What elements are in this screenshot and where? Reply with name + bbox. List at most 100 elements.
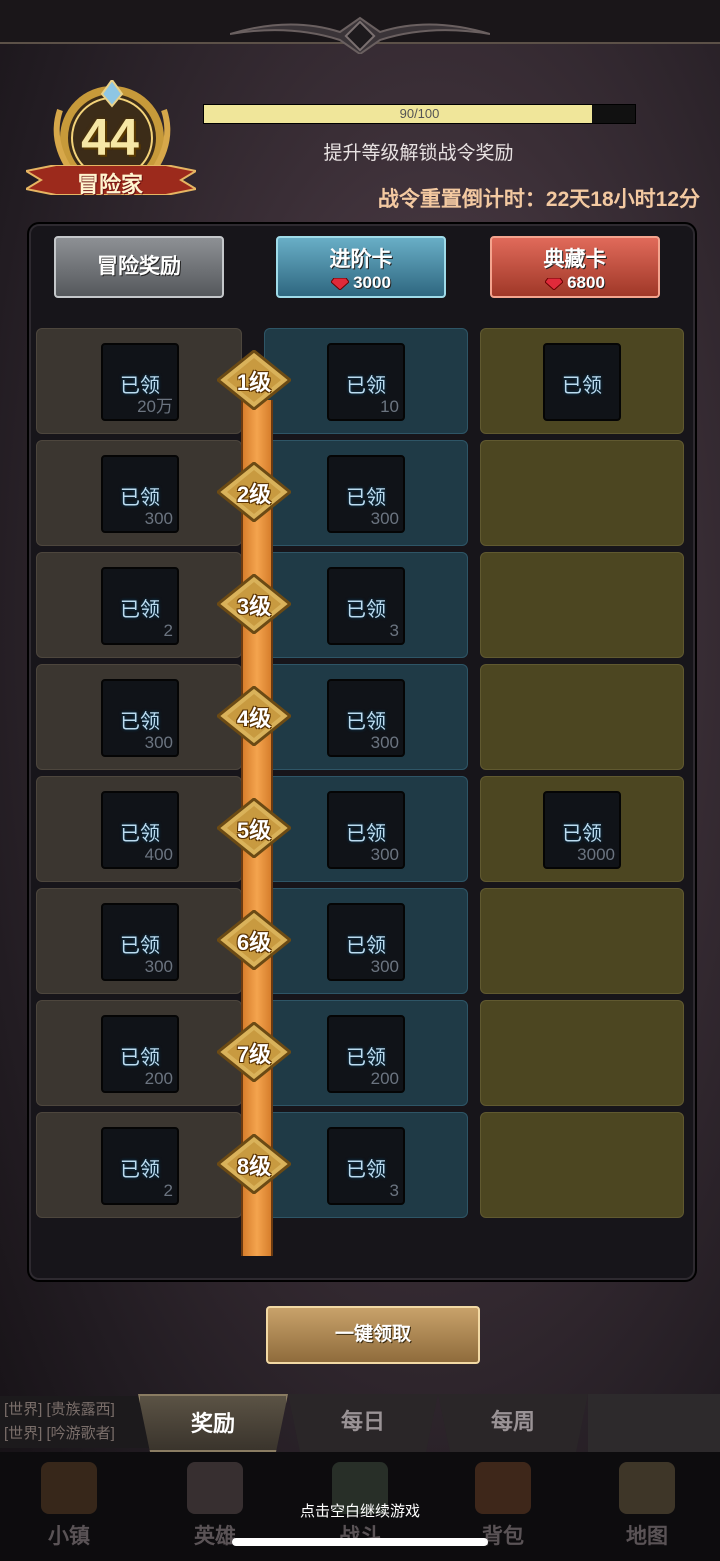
free-reward-cell[interactable]: 已领 300 xyxy=(36,664,242,770)
claimed-label: 已领 xyxy=(120,487,160,509)
reward-item[interactable]: 已领 200 xyxy=(101,1015,179,1093)
free-reward-cell[interactable]: 已领 2 xyxy=(36,1112,242,1218)
continue-hint[interactable]: 点击空白继续游戏 xyxy=(0,1500,720,1521)
claimed-label: 已领 xyxy=(346,823,386,845)
unlock-hint: 提升等级解锁战令奖励 xyxy=(323,143,514,164)
reward-quantity: 200 xyxy=(370,1069,399,1088)
level-label: 5级 xyxy=(236,818,272,843)
reward-quantity: 3 xyxy=(389,621,399,640)
reward-quantity: 300 xyxy=(370,845,399,864)
nav-map-label: 地图 xyxy=(626,1525,668,1548)
claimed-label: 已领 xyxy=(120,823,160,845)
advanced-reward-cell[interactable]: 已领 300 xyxy=(264,888,468,994)
claimed-label: 已领 xyxy=(346,599,386,621)
advanced-reward-cell[interactable]: 已领 3 xyxy=(264,1112,468,1218)
reward-item[interactable]: 已领 2 xyxy=(101,567,179,645)
free-reward-cell[interactable]: 已领 2 xyxy=(36,552,242,658)
advanced-reward-cell[interactable]: 已领 300 xyxy=(264,776,468,882)
reward-item[interactable]: 已领 300 xyxy=(327,903,405,981)
reward-quantity: 300 xyxy=(370,957,399,976)
advanced-reward-cell[interactable]: 已领 300 xyxy=(264,664,468,770)
reward-quantity: 2 xyxy=(163,1181,173,1200)
level-marker: 7级 xyxy=(215,1021,293,1083)
player-level: 44 xyxy=(81,109,139,167)
advanced-reward-cell[interactable]: 已领 3 xyxy=(264,552,468,658)
collector-reward-cell[interactable] xyxy=(480,552,684,658)
level-label: 3级 xyxy=(236,594,272,619)
claimed-label: 已领 xyxy=(346,711,386,733)
tab-rewards[interactable]: 奖励 xyxy=(138,1394,288,1452)
collector-card-price: 6800 xyxy=(492,273,658,293)
level-marker: 4级 xyxy=(215,685,293,747)
collector-reward-cell[interactable]: 已领 xyxy=(480,328,684,434)
reward-item[interactable]: 已领 300 xyxy=(327,791,405,869)
reward-quantity: 2 xyxy=(163,621,173,640)
reward-item[interactable]: 已领 400 xyxy=(101,791,179,869)
level-marker: 8级 xyxy=(215,1133,293,1195)
advanced-reward-cell[interactable]: 已领 10 xyxy=(264,328,468,434)
level-label: 1级 xyxy=(236,370,272,395)
collector-reward-cell[interactable] xyxy=(480,664,684,770)
tab-daily[interactable]: 每日 xyxy=(288,1394,438,1452)
level-progress-text: 90/100 xyxy=(399,106,440,121)
level-marker: 2级 xyxy=(215,461,293,523)
chat-line: [世界] [吟游歌者] xyxy=(4,1425,115,1442)
level-label: 6级 xyxy=(236,930,272,955)
claimed-label: 已领 xyxy=(120,599,160,621)
level-marker: 3级 xyxy=(215,573,293,635)
claimed-label: 已领 xyxy=(120,1047,160,1069)
level-label: 8级 xyxy=(236,1154,272,1179)
collector-card-label: 典藏卡 xyxy=(543,248,607,271)
home-indicator[interactable] xyxy=(232,1538,488,1546)
reward-item[interactable]: 已领 300 xyxy=(101,679,179,757)
reward-item[interactable]: 已领 20万 xyxy=(101,343,179,421)
collector-reward-cell[interactable] xyxy=(480,1000,684,1106)
free-reward-cell[interactable]: 已领 20万 xyxy=(36,328,242,434)
nav-town-label: 小镇 xyxy=(48,1525,90,1548)
reward-item[interactable]: 已领 3 xyxy=(327,567,405,645)
free-reward-cell[interactable]: 已领 300 xyxy=(36,888,242,994)
collector-reward-cell[interactable]: 已领 3000 xyxy=(480,776,684,882)
claimed-label: 已领 xyxy=(562,823,602,845)
reward-item[interactable]: 已领 300 xyxy=(327,679,405,757)
claimed-label: 已领 xyxy=(120,1159,160,1181)
free-reward-cell[interactable]: 已领 300 xyxy=(36,440,242,546)
advanced-reward-cell[interactable]: 已领 300 xyxy=(264,440,468,546)
claimed-label: 已领 xyxy=(346,935,386,957)
free-reward-cell[interactable]: 已领 200 xyxy=(36,1000,242,1106)
collector-reward-cell[interactable] xyxy=(480,440,684,546)
top-ornament-icon xyxy=(230,16,490,54)
collector-reward-cell[interactable] xyxy=(480,1112,684,1218)
advanced-reward-cell[interactable]: 已领 200 xyxy=(264,1000,468,1106)
claimed-label: 已领 xyxy=(346,487,386,509)
claimed-label: 已领 xyxy=(120,711,160,733)
reward-quantity: 3000 xyxy=(577,845,615,864)
reward-item[interactable]: 已领 300 xyxy=(101,455,179,533)
reward-rows[interactable]: 已领 20万 已领 10 已领 已领 300 已领 300 已领 2 已领 3 已领 300 已领 300 已领 4… xyxy=(36,328,686,1256)
tab-weekly[interactable]: 每周 xyxy=(438,1394,588,1452)
reward-item[interactable]: 已领 3000 xyxy=(543,791,621,869)
reward-item[interactable]: 已领 200 xyxy=(327,1015,405,1093)
chat-line: [世界] [贵族露西] xyxy=(4,1401,115,1418)
claimed-label: 已领 xyxy=(562,375,602,397)
level-label: 4级 xyxy=(236,706,272,731)
reward-item[interactable]: 已领 3 xyxy=(327,1127,405,1205)
reward-item[interactable]: 已领 300 xyxy=(101,903,179,981)
claim-all-button[interactable]: 一键领取 xyxy=(266,1306,480,1364)
reward-item[interactable]: 已领 10 xyxy=(327,343,405,421)
reward-item[interactable]: 已领 xyxy=(543,343,621,421)
collector-price-value: 6800 xyxy=(567,273,605,292)
chat-preview[interactable]: [世界] [贵族露西] [世界] [吟游歌者] xyxy=(0,1396,150,1448)
adventure-reward-label: 冒险奖励 xyxy=(97,255,181,278)
free-reward-cell[interactable]: 已领 400 xyxy=(36,776,242,882)
reward-item[interactable]: 已领 2 xyxy=(101,1127,179,1205)
collector-reward-cell[interactable] xyxy=(480,888,684,994)
level-marker: 5级 xyxy=(215,797,293,859)
reward-item[interactable]: 已领 300 xyxy=(327,455,405,533)
gem-icon xyxy=(545,277,564,290)
advanced-card-price: 3000 xyxy=(278,273,444,293)
collector-card-button[interactable]: 典藏卡 6800 xyxy=(490,236,660,298)
advanced-price-value: 3000 xyxy=(353,273,391,292)
gem-icon xyxy=(331,277,350,290)
advanced-card-button[interactable]: 进阶卡 3000 xyxy=(276,236,446,298)
